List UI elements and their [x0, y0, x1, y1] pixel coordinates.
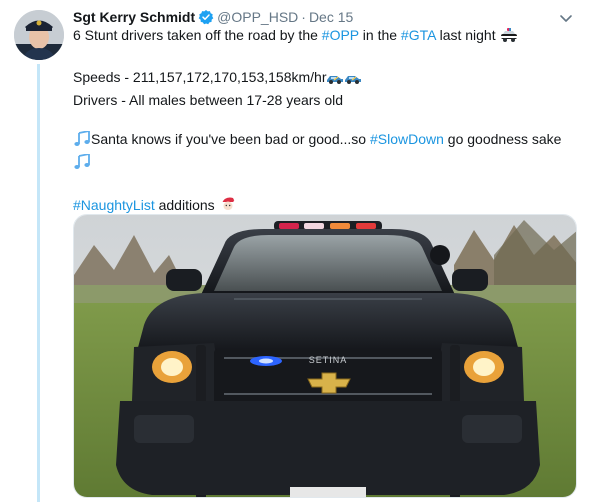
display-name[interactable]: Sgt Kerry Schmidt	[73, 9, 195, 25]
text-segment: go goodness sake	[443, 130, 562, 147]
music-notes-emoji	[73, 129, 91, 153]
hashtag-naughtylist[interactable]: #NaughtyList	[73, 197, 155, 213]
tweet-media-photo[interactable]: SETINA	[73, 214, 577, 498]
police-suv-photo: SETINA	[74, 215, 576, 497]
avatar-image	[14, 10, 64, 60]
racing-car-emoji	[326, 71, 344, 91]
text-segment: additions	[154, 196, 215, 213]
music-notes-emoji	[73, 152, 91, 176]
avatar[interactable]	[14, 10, 64, 60]
tweet-header: Sgt Kerry Schmidt @OPP_HSD · Dec 15	[73, 8, 572, 26]
tweet-line-speeds: Speeds - 211,157,172,170,153,158km/hr	[73, 68, 578, 91]
chevron-down-icon[interactable]	[558, 10, 574, 26]
grille-badge-text: SETINA	[309, 355, 348, 365]
tweet-line-drivers: Drivers - All males between 17-28 years …	[73, 91, 344, 108]
speeds-text: Speeds - 211,157,172,170,153,158km/hr	[73, 69, 327, 86]
police-car-emoji	[500, 27, 518, 49]
text-segment: last night	[435, 27, 496, 43]
meta-separator: ·	[301, 9, 306, 25]
thread-connector-line	[37, 64, 40, 502]
hashtag-gta[interactable]: #GTA	[401, 27, 436, 43]
racing-car-emoji	[344, 71, 362, 91]
tweet-line-1: 6 Stunt drivers taken off the road by th…	[73, 26, 578, 49]
text-segment: in the	[358, 27, 401, 43]
tweet-date[interactable]: Dec 15	[309, 9, 353, 25]
text-segment: Santa knows if you've been bad or good..…	[91, 130, 370, 147]
tweet-line-santa: Santa knows if you've been bad or good..…	[73, 129, 578, 153]
user-handle[interactable]: @OPP_HSD	[217, 9, 298, 25]
tweet-line-notes	[73, 152, 578, 176]
hashtag-opp[interactable]: #OPP	[322, 27, 359, 43]
tweet-text: 6 Stunt drivers taken off the road by th…	[73, 26, 578, 218]
hashtag-slowdown[interactable]: #SlowDown	[370, 131, 444, 147]
text-segment: 6 Stunt drivers taken off the road by th…	[73, 27, 322, 43]
